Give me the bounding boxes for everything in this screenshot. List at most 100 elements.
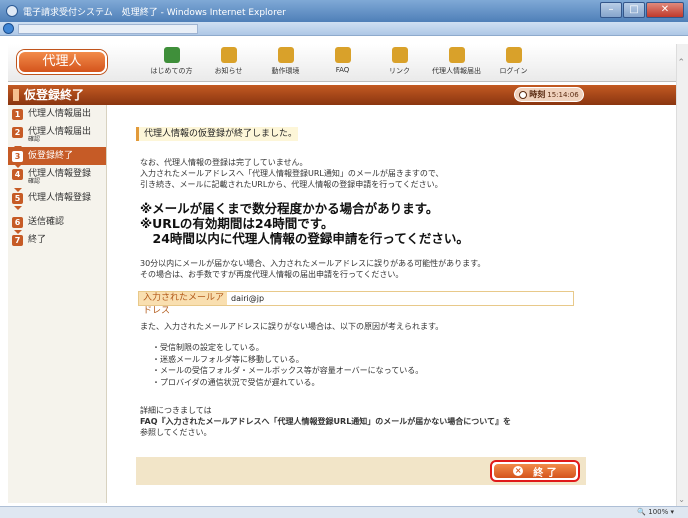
detail-line: 詳細につきましては bbox=[140, 406, 212, 415]
step-marker bbox=[13, 89, 19, 101]
sidebar-item-label: 送信確認 bbox=[28, 217, 65, 227]
sidebar-item-2: 2 代理人情報届出 確認 bbox=[8, 123, 106, 150]
info-icon bbox=[220, 47, 237, 63]
step-number: 1 bbox=[12, 109, 23, 120]
window-title: 電子請求受付システム 処理終了 - Windows Internet Explo… bbox=[23, 7, 286, 18]
site-header: 代理人 はじめての方 お知らせ 動作環境 FAQ リンク 代理人情報届出 ログイ… bbox=[8, 44, 676, 82]
info-line: 引き続き、メールに記載されたURLから、代理人情報の登録申請を行ってください。 bbox=[140, 180, 443, 189]
warning-line: ※URLの有効期間は24時間です。 bbox=[140, 216, 334, 231]
clock-label: 時刻 bbox=[529, 90, 546, 99]
down-arrow-icon bbox=[14, 206, 22, 210]
sidebar-item-6: 6 送信確認 bbox=[8, 213, 106, 234]
sidebar-item-label: 代理人情報届出 bbox=[28, 109, 92, 119]
monitor-icon bbox=[277, 47, 294, 63]
sidebar-item-sub: 確認 bbox=[28, 136, 41, 143]
window-controls: – □ ✕ bbox=[600, 2, 684, 18]
finish-label: 終 了 bbox=[533, 467, 557, 479]
info-line: 入力されたメールアドレスへ「代理人情報登録URL通知」のメールが届きますので、 bbox=[140, 169, 444, 178]
zoom-control[interactable]: 🔍 100% ▾ bbox=[637, 507, 674, 518]
step-number: 2 bbox=[12, 127, 23, 138]
step-title-bar: 仮登録終了 時刻 15:14:06 bbox=[8, 85, 676, 105]
nav-login[interactable]: ログイン bbox=[485, 47, 542, 76]
email-display-row: 入力されたメールアドレス dairi@jp bbox=[138, 291, 574, 316]
delay-paragraph: 30分以内にメールが届かない場合、入力されたメールアドレスに誤りがある可能性があ… bbox=[140, 258, 485, 280]
ie-page-icon bbox=[3, 23, 14, 34]
scroll-up-icon[interactable]: ⌃ bbox=[677, 58, 685, 68]
info-paragraph: なお、代理人情報の登録は完了していません。 入力されたメールアドレスへ「代理人情… bbox=[140, 157, 444, 190]
agent-register-icon bbox=[448, 47, 465, 63]
sidebar-item-4: 4 代理人情報登録 確認 bbox=[8, 165, 106, 192]
completion-notice: 代理人情報の仮登録が終了しました。 bbox=[136, 127, 298, 141]
beginner-icon bbox=[163, 47, 180, 63]
faq-reference: FAQ『入力されたメールアドレスへ「代理人情報登録URL通知」のメールが届かない… bbox=[140, 417, 512, 426]
nav-label: FAQ bbox=[335, 66, 350, 74]
sidebar-item-label: 終了 bbox=[28, 235, 47, 245]
warning-line: ※メールが届くまで数分程度かかる場合があります。 bbox=[140, 201, 439, 216]
url-field[interactable] bbox=[18, 24, 198, 34]
nav-label: はじめての方 bbox=[150, 67, 193, 75]
sidebar-item-label: 代理人情報登録 bbox=[28, 193, 92, 203]
zoom-value: 100% bbox=[648, 508, 669, 516]
window-titlebar: 電子請求受付システム 処理終了 - Windows Internet Explo… bbox=[0, 0, 688, 22]
cause-intro: また、入力されたメールアドレスに誤りがない場合は、以下の原因が考えられます。 bbox=[140, 322, 444, 331]
address-bar bbox=[0, 22, 688, 36]
sidebar-item-5: 5 代理人情報登録 bbox=[8, 189, 106, 210]
info-line: なお、代理人情報の登録は完了していません。 bbox=[140, 158, 308, 167]
step-number: 7 bbox=[12, 235, 23, 246]
sidebar-item-1: 1 代理人情報届出 bbox=[8, 105, 106, 123]
clock-value: 15:14:06 bbox=[547, 90, 579, 99]
step-number: 3 bbox=[12, 151, 23, 162]
delay-line: その場合は、お手数ですが再度代理人情報の届出申請を行ってください。 bbox=[140, 270, 404, 279]
cause-item: ・メールの受信フォルダ・メールボックス等が容量オーバーになっている。 bbox=[152, 366, 424, 375]
cause-list: ・受信制限の設定をしている。 ・迷惑メールフォルダ等に移動している。 ・メールの… bbox=[152, 342, 423, 388]
step-number: 6 bbox=[12, 217, 23, 228]
scroll-down-icon[interactable]: ⌄ bbox=[678, 495, 685, 504]
nav-label: 代理人情報届出 bbox=[432, 67, 481, 75]
page-title: 仮登録終了 bbox=[24, 88, 85, 102]
warning-block: ※メールが届くまで数分程度かかる場合があります。 ※URLの有効期間は24時間で… bbox=[140, 201, 469, 246]
detail-paragraph: 詳細につきましては FAQ『入力されたメールアドレスへ「代理人情報登録URL通知… bbox=[140, 405, 511, 438]
clock-badge: 時刻 15:14:06 bbox=[514, 87, 584, 102]
nav-label: お知らせ bbox=[214, 67, 243, 75]
detail-line: 参照してください。 bbox=[140, 428, 212, 437]
nav-label: リンク bbox=[389, 67, 410, 75]
email-value: dairi@jp bbox=[231, 294, 265, 303]
main-content: 代理人情報の仮登録が終了しました。 なお、代理人情報の登録は完了していません。 … bbox=[108, 105, 676, 503]
cause-item: ・受信制限の設定をしている。 bbox=[152, 343, 264, 352]
faq-icon bbox=[334, 47, 351, 63]
agent-button[interactable]: 代理人 bbox=[17, 50, 107, 74]
finish-button-face[interactable]: × 終 了 bbox=[494, 464, 576, 479]
sidebar-item-label: 仮登録終了 bbox=[28, 151, 74, 161]
cause-item: ・プロバイダの通信状況で受信が遅れている。 bbox=[152, 377, 320, 387]
nav-info[interactable]: お知らせ bbox=[200, 47, 257, 76]
login-icon bbox=[505, 47, 522, 63]
nav-link[interactable]: リンク bbox=[371, 47, 428, 76]
sidebar-item-3: 3 仮登録終了 bbox=[8, 147, 106, 168]
finish-button[interactable]: × 終 了 bbox=[490, 460, 580, 482]
delay-line: 30分以内にメールが届かない場合、入力されたメールアドレスに誤りがある可能性があ… bbox=[140, 259, 486, 268]
nav-beginner[interactable]: はじめての方 bbox=[143, 47, 200, 76]
maximize-button[interactable]: □ bbox=[623, 2, 645, 18]
ie-logo-icon bbox=[6, 5, 18, 17]
clock-icon bbox=[519, 90, 528, 99]
minimize-button[interactable]: – bbox=[600, 2, 622, 18]
nav-faq[interactable]: FAQ bbox=[314, 47, 371, 76]
cause-item: ・迷惑メールフォルダ等に移動している。 bbox=[152, 354, 304, 364]
header-nav: はじめての方 お知らせ 動作環境 FAQ リンク 代理人情報届出 ログイン bbox=[143, 47, 542, 76]
warning-line: 24時間以内に代理人情報の登録申請を行ってください。 bbox=[140, 231, 469, 246]
nav-agent-register[interactable]: 代理人情報届出 bbox=[428, 47, 485, 76]
nav-label: 動作環境 bbox=[271, 67, 300, 75]
step-number: 4 bbox=[12, 169, 23, 180]
close-button[interactable]: ✕ bbox=[646, 2, 684, 18]
email-label: 入力されたメールアドレス bbox=[139, 292, 227, 316]
nav-label: ログイン bbox=[499, 67, 528, 75]
step-number: 5 bbox=[12, 193, 23, 204]
status-bar: 🔍 100% ▾ bbox=[0, 506, 688, 518]
sidebar-item-sub: 確認 bbox=[28, 178, 41, 185]
sidebar-item-7: 7 終了 bbox=[8, 231, 106, 249]
step-sidebar: 1 代理人情報届出 2 代理人情報届出 確認 3 仮登録終了 4 代理人情報登録… bbox=[8, 105, 107, 503]
link-icon bbox=[391, 47, 408, 63]
close-circle-icon: × bbox=[513, 466, 524, 476]
vertical-scrollbar[interactable]: ⌃ ⌄ bbox=[676, 44, 688, 506]
nav-environment[interactable]: 動作環境 bbox=[257, 47, 314, 76]
